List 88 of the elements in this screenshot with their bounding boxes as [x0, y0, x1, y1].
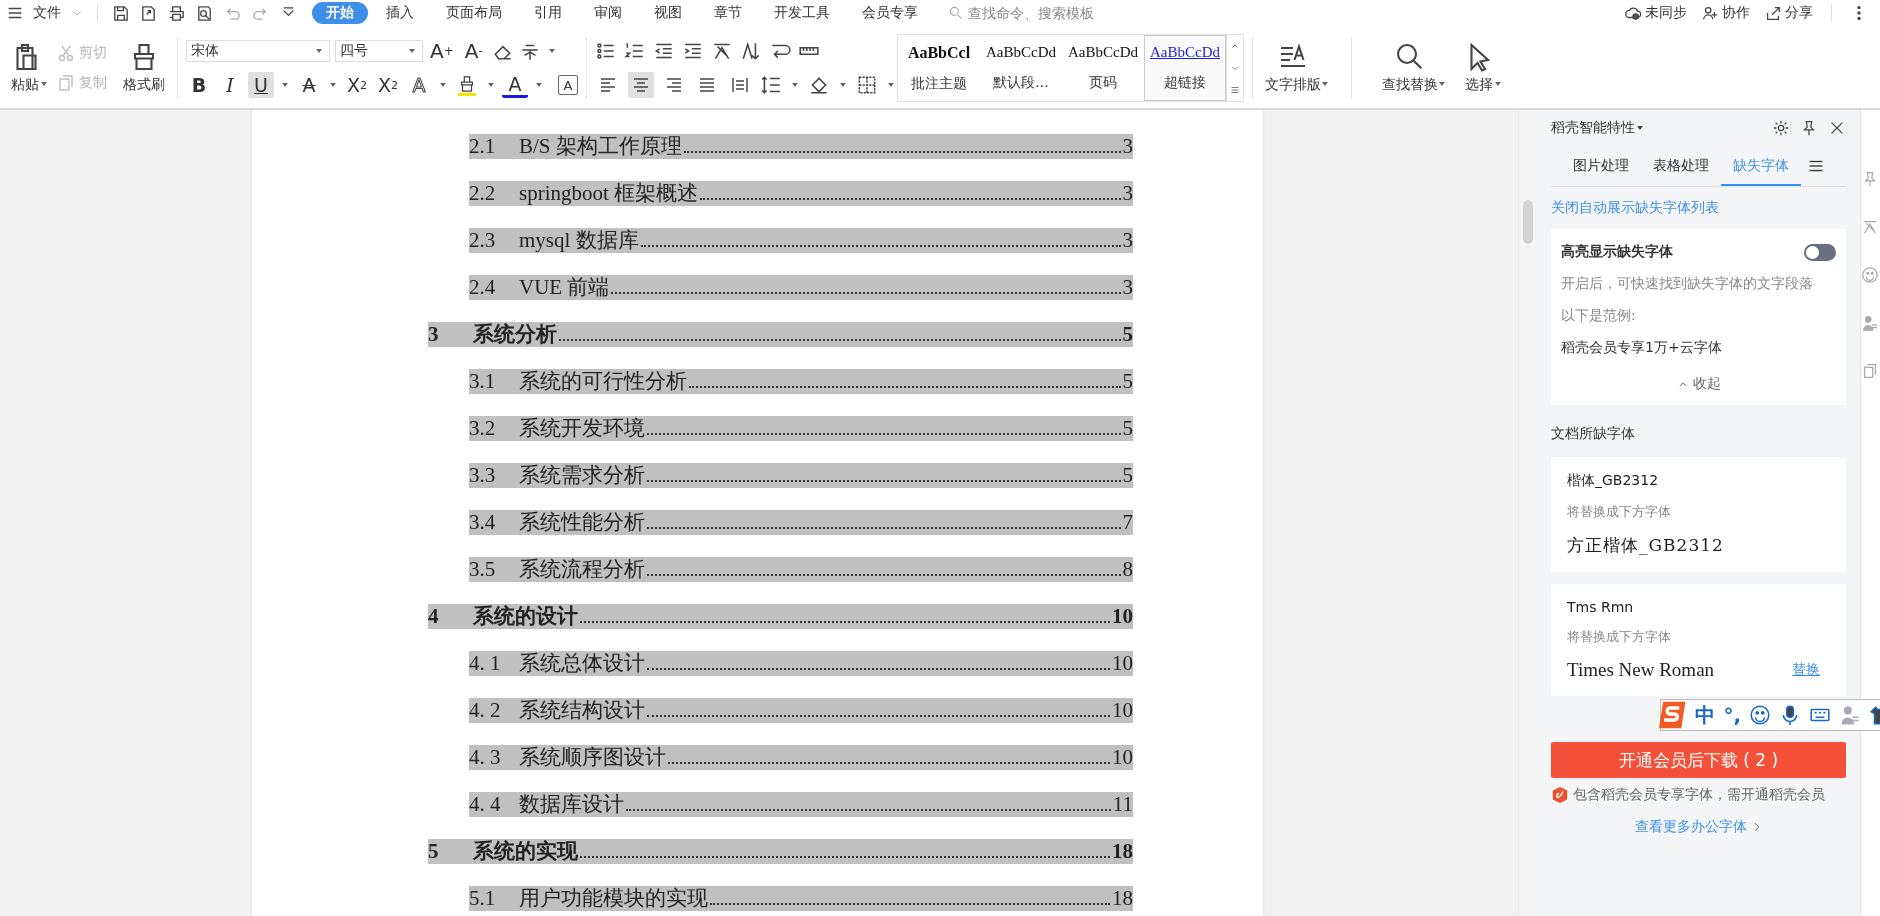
toc-entry[interactable]: 2.4 VUE 前端 3: [469, 275, 1133, 300]
style-option[interactable]: AaBbCcDd 页码: [1062, 35, 1144, 101]
ribbon-tab[interactable]: 会员专享: [848, 2, 932, 24]
style-option[interactable]: AaBbCcDd 超链接: [1144, 35, 1226, 101]
font-size-field[interactable]: 四号: [335, 40, 423, 62]
file-menu[interactable]: 文件: [33, 4, 61, 22]
toc-entry[interactable]: 3.4 系统性能分析 7: [469, 510, 1133, 535]
toc-entry[interactable]: 4. 2 系统结构设计 10: [469, 698, 1133, 723]
toc-entry[interactable]: 3.2 系统开发环境 5: [469, 416, 1133, 441]
toc-entry[interactable]: 2.2 springboot 框架概述 3: [469, 181, 1133, 206]
ribbon-button[interactable]: 粘贴: [6, 42, 44, 94]
search-field[interactable]: 查找命令、搜索模板: [948, 5, 1138, 21]
search-icon[interactable]: [1395, 42, 1425, 72]
replace-link[interactable]: 替换: [1792, 661, 1820, 679]
example-text: 稻壳会员专享1万+云字体: [1561, 339, 1723, 357]
ribbon-tab[interactable]: 引用: [520, 2, 576, 24]
example-label: 以下是范例:: [1561, 307, 1637, 325]
replacement-font-name: 方正楷体_GB2312: [1567, 534, 1724, 557]
style-option[interactable]: AaBbCcDd 默认段...: [980, 35, 1062, 101]
format-button[interactable]: B: [186, 72, 212, 98]
border-icon[interactable]: [856, 74, 878, 96]
format-button[interactable]: A: [558, 75, 578, 95]
toc-entry[interactable]: 4. 3 系统顺序图设计 10: [469, 745, 1133, 770]
toggle-switch[interactable]: [1804, 243, 1836, 261]
panel-tab[interactable]: 图片处理: [1561, 146, 1641, 186]
cloud-icon[interactable]: [1624, 4, 1642, 22]
line-spacing-icon[interactable]: [760, 74, 782, 96]
print-preview-icon[interactable]: [195, 3, 214, 23]
ribbon-button[interactable]: 格式刷: [119, 42, 169, 94]
format-button[interactable]: I: [217, 72, 243, 98]
format-button[interactable]: U: [248, 72, 274, 98]
toc-entry[interactable]: 4. 1 系统总体设计 10: [469, 651, 1133, 676]
export-icon[interactable]: [139, 3, 158, 23]
shield-icon: [1551, 786, 1569, 804]
ribbon-tab[interactable]: 插入: [372, 2, 428, 24]
add-person-icon[interactable]: [1701, 4, 1719, 22]
format-button[interactable]: A: [502, 72, 528, 98]
font-size-button[interactable]: A$^{+}$: [428, 38, 456, 64]
font-name: Tms Rmn: [1567, 599, 1635, 615]
format-button[interactable]: X$^{2}$: [344, 72, 370, 98]
toc-entry[interactable]: 4. 4 数据库设计 11: [469, 792, 1133, 817]
sort-icon[interactable]: [740, 40, 762, 62]
toolbar-button[interactable]: 协作: [1701, 4, 1750, 22]
ribbon-tab[interactable]: 章节: [700, 2, 756, 24]
format-button[interactable]: A: [296, 72, 322, 98]
collapse-button[interactable]: 收起: [1561, 371, 1836, 395]
font-size-button[interactable]: A$^{-}$: [460, 38, 487, 64]
share-icon[interactable]: [1764, 4, 1782, 22]
save-icon[interactable]: [111, 3, 130, 23]
punctuation-mode[interactable]: °,: [1723, 703, 1741, 727]
ribbon-tab[interactable]: 视图: [640, 2, 696, 24]
font-name: 楷体_GB2312: [1567, 472, 1660, 490]
toc-entry[interactable]: 2.3 mysql 数据库 3: [469, 228, 1133, 253]
panel-title[interactable]: 稻壳智能特性: [1551, 119, 1635, 137]
toc-entry[interactable]: 5 系统的实现 18: [428, 839, 1133, 864]
settings-icon[interactable]: [1772, 119, 1790, 137]
hint-text: 将替换成下方字体: [1567, 628, 1672, 646]
ribbon-tab[interactable]: 审阅: [580, 2, 636, 24]
emoji-icon[interactable]: [1749, 704, 1771, 726]
toc-entry[interactable]: 3.5 系统流程分析 8: [469, 557, 1133, 582]
expand-icon[interactable]: [1230, 85, 1240, 95]
section-title: 文档所缺字体: [1551, 425, 1636, 443]
replacement-font-name: Times New Roman: [1567, 659, 1715, 681]
description-text: 开启后，可快速找到缺失字体的文字段落: [1561, 275, 1814, 293]
toolbar-button[interactable]: 未同步: [1624, 4, 1687, 22]
toc-entry[interactable]: 2.1 B/S 架构工作原理 3: [469, 134, 1133, 159]
toolbar-button[interactable]: 分享: [1764, 4, 1813, 22]
toc-entry[interactable]: 4 系统的设计 10: [428, 604, 1133, 629]
ribbon-tab[interactable]: 开发工具: [760, 2, 844, 24]
scrollbar[interactable]: [1518, 110, 1537, 916]
card-title: 高亮显示缺失字体: [1561, 243, 1673, 261]
notice-text: 包含稻壳会员专享字体，需开通稻壳会员: [1573, 786, 1825, 804]
toc-entry[interactable]: 3.1 系统的可行性分析 5: [469, 369, 1133, 394]
ime-mode[interactable]: 中: [1695, 701, 1716, 729]
font-name-field[interactable]: 宋体: [186, 40, 330, 62]
ime-logo-icon[interactable]: [1657, 699, 1688, 731]
ribbon-tab[interactable]: 页面布局: [432, 2, 516, 24]
ribbon-button[interactable]: 查找替换: [1378, 42, 1442, 94]
toc-entry[interactable]: 3 系统分析 5: [428, 322, 1133, 347]
ribbon-button[interactable]: 选择: [1460, 42, 1498, 94]
style-option[interactable]: AaBbCcl 批注主题: [898, 35, 980, 101]
print-icon[interactable]: [167, 3, 186, 23]
panel-tab[interactable]: 表格处理: [1641, 146, 1721, 186]
ribbon-button[interactable]: 文字排版: [1261, 42, 1325, 94]
hint-text: 将替换成下方字体: [1567, 503, 1672, 521]
bulleted-list-icon[interactable]: [595, 40, 617, 62]
toc-entry[interactable]: 3.3 系统需求分析 5: [469, 463, 1133, 488]
toc-entry[interactable]: 5.1 用户功能模块的实现 18: [469, 886, 1133, 911]
